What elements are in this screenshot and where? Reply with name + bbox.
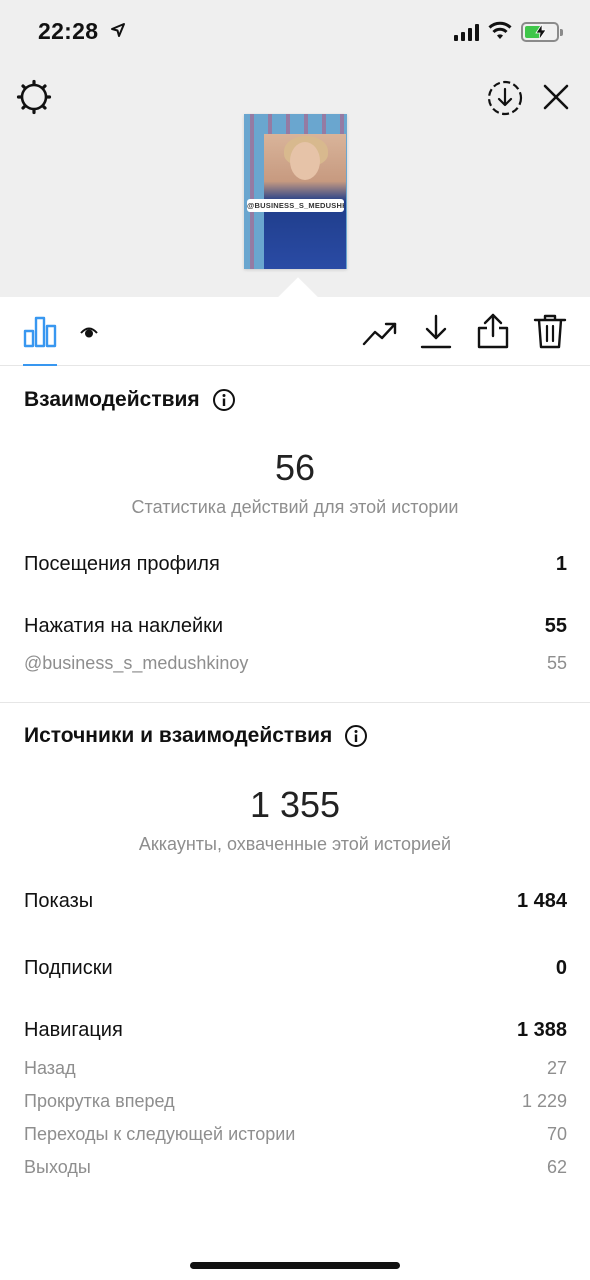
stat-subvalue: 62 bbox=[546, 1157, 567, 1177]
discovery-total: 1 355 bbox=[249, 784, 341, 825]
info-icon[interactable] bbox=[212, 388, 236, 412]
stat-value: 1 484 bbox=[516, 890, 567, 912]
stat-label: Подписки bbox=[24, 957, 113, 979]
stat-subrow-forward: Прокрутка вперед 1 229 bbox=[24, 1091, 567, 1112]
active-tab-indicator bbox=[23, 364, 57, 366]
stat-label: Нажатия на наклейки bbox=[24, 615, 224, 637]
home-indicator[interactable] bbox=[190, 1262, 400, 1269]
stat-subrow-back: Назад 27 bbox=[24, 1058, 567, 1079]
stat-sublabel: @business_s_medushkinoy bbox=[24, 653, 249, 673]
stat-row-sticker-taps: Нажатия на наклейки 55 bbox=[24, 615, 567, 638]
stat-subvalue: 27 bbox=[546, 1058, 567, 1078]
bar-chart-icon[interactable] bbox=[23, 315, 57, 349]
stat-label: Посещения профиля bbox=[24, 553, 220, 575]
stat-sublabel: Переходы к следующей истории bbox=[24, 1124, 296, 1144]
stat-subvalue: 70 bbox=[546, 1124, 567, 1144]
close-icon[interactable] bbox=[542, 83, 570, 111]
story-thumbnail[interactable]: @BUSINESS_S_MEDUSHKINOY bbox=[244, 114, 347, 269]
download-icon[interactable] bbox=[420, 314, 452, 350]
stat-row-profile-visits: Посещения профиля 1 bbox=[24, 553, 567, 576]
stat-subvalue: 55 bbox=[546, 653, 567, 673]
location-arrow-icon bbox=[111, 23, 125, 37]
stat-sublabel: Выходы bbox=[24, 1157, 91, 1177]
discovery-title-text: Источники и взаимодействия bbox=[24, 724, 333, 747]
gear-icon[interactable] bbox=[16, 79, 52, 115]
discovery-caption: Аккаунты, охваченные этой историей bbox=[138, 834, 452, 854]
interactions-total: 56 bbox=[274, 447, 316, 488]
stat-value: 55 bbox=[544, 615, 567, 637]
signal-icon bbox=[454, 24, 479, 41]
trash-icon[interactable] bbox=[533, 313, 567, 349]
stat-sublabel: Назад bbox=[24, 1058, 76, 1078]
stat-subrow-exits: Выходы 62 bbox=[24, 1157, 567, 1178]
mention-sticker: @BUSINESS_S_MEDUSHKINOY bbox=[247, 199, 344, 212]
stat-subrow-next-story: Переходы к следующей истории 70 bbox=[24, 1124, 567, 1145]
eye-icon[interactable] bbox=[79, 322, 99, 342]
stat-row-impressions: Показы 1 484 bbox=[24, 890, 567, 913]
interactions-caption: Статистика действий для этой истории bbox=[131, 497, 459, 517]
battery-charging-icon bbox=[521, 22, 563, 42]
stat-row-follows: Подписки 0 bbox=[24, 957, 567, 980]
stat-label: Показы bbox=[24, 890, 94, 912]
share-icon[interactable] bbox=[476, 312, 510, 350]
save-story-icon[interactable] bbox=[486, 79, 524, 117]
promote-icon[interactable] bbox=[362, 318, 398, 348]
stat-value: 0 bbox=[555, 957, 567, 979]
discovery-section-title: Источники и взаимодействия bbox=[24, 724, 368, 748]
interactions-title-text: Взаимодействия bbox=[24, 388, 200, 411]
wifi-icon bbox=[488, 21, 512, 39]
stat-sublabel: Прокрутка вперед bbox=[24, 1091, 175, 1111]
stat-subrow-mention: @business_s_medushkinoy 55 bbox=[24, 653, 567, 674]
stat-label: Навигация bbox=[24, 1019, 123, 1041]
info-icon[interactable] bbox=[344, 724, 368, 748]
stat-value: 1 388 bbox=[516, 1019, 567, 1041]
stat-value: 1 bbox=[555, 553, 567, 575]
section-divider bbox=[0, 702, 590, 703]
status-bar: 22:28 bbox=[0, 0, 590, 64]
status-time: 22:28 bbox=[38, 18, 99, 44]
stat-subvalue: 1 229 bbox=[521, 1091, 567, 1111]
interactions-section-title: Взаимодействия bbox=[24, 388, 236, 412]
stat-row-navigation: Навигация 1 388 bbox=[24, 1019, 567, 1042]
